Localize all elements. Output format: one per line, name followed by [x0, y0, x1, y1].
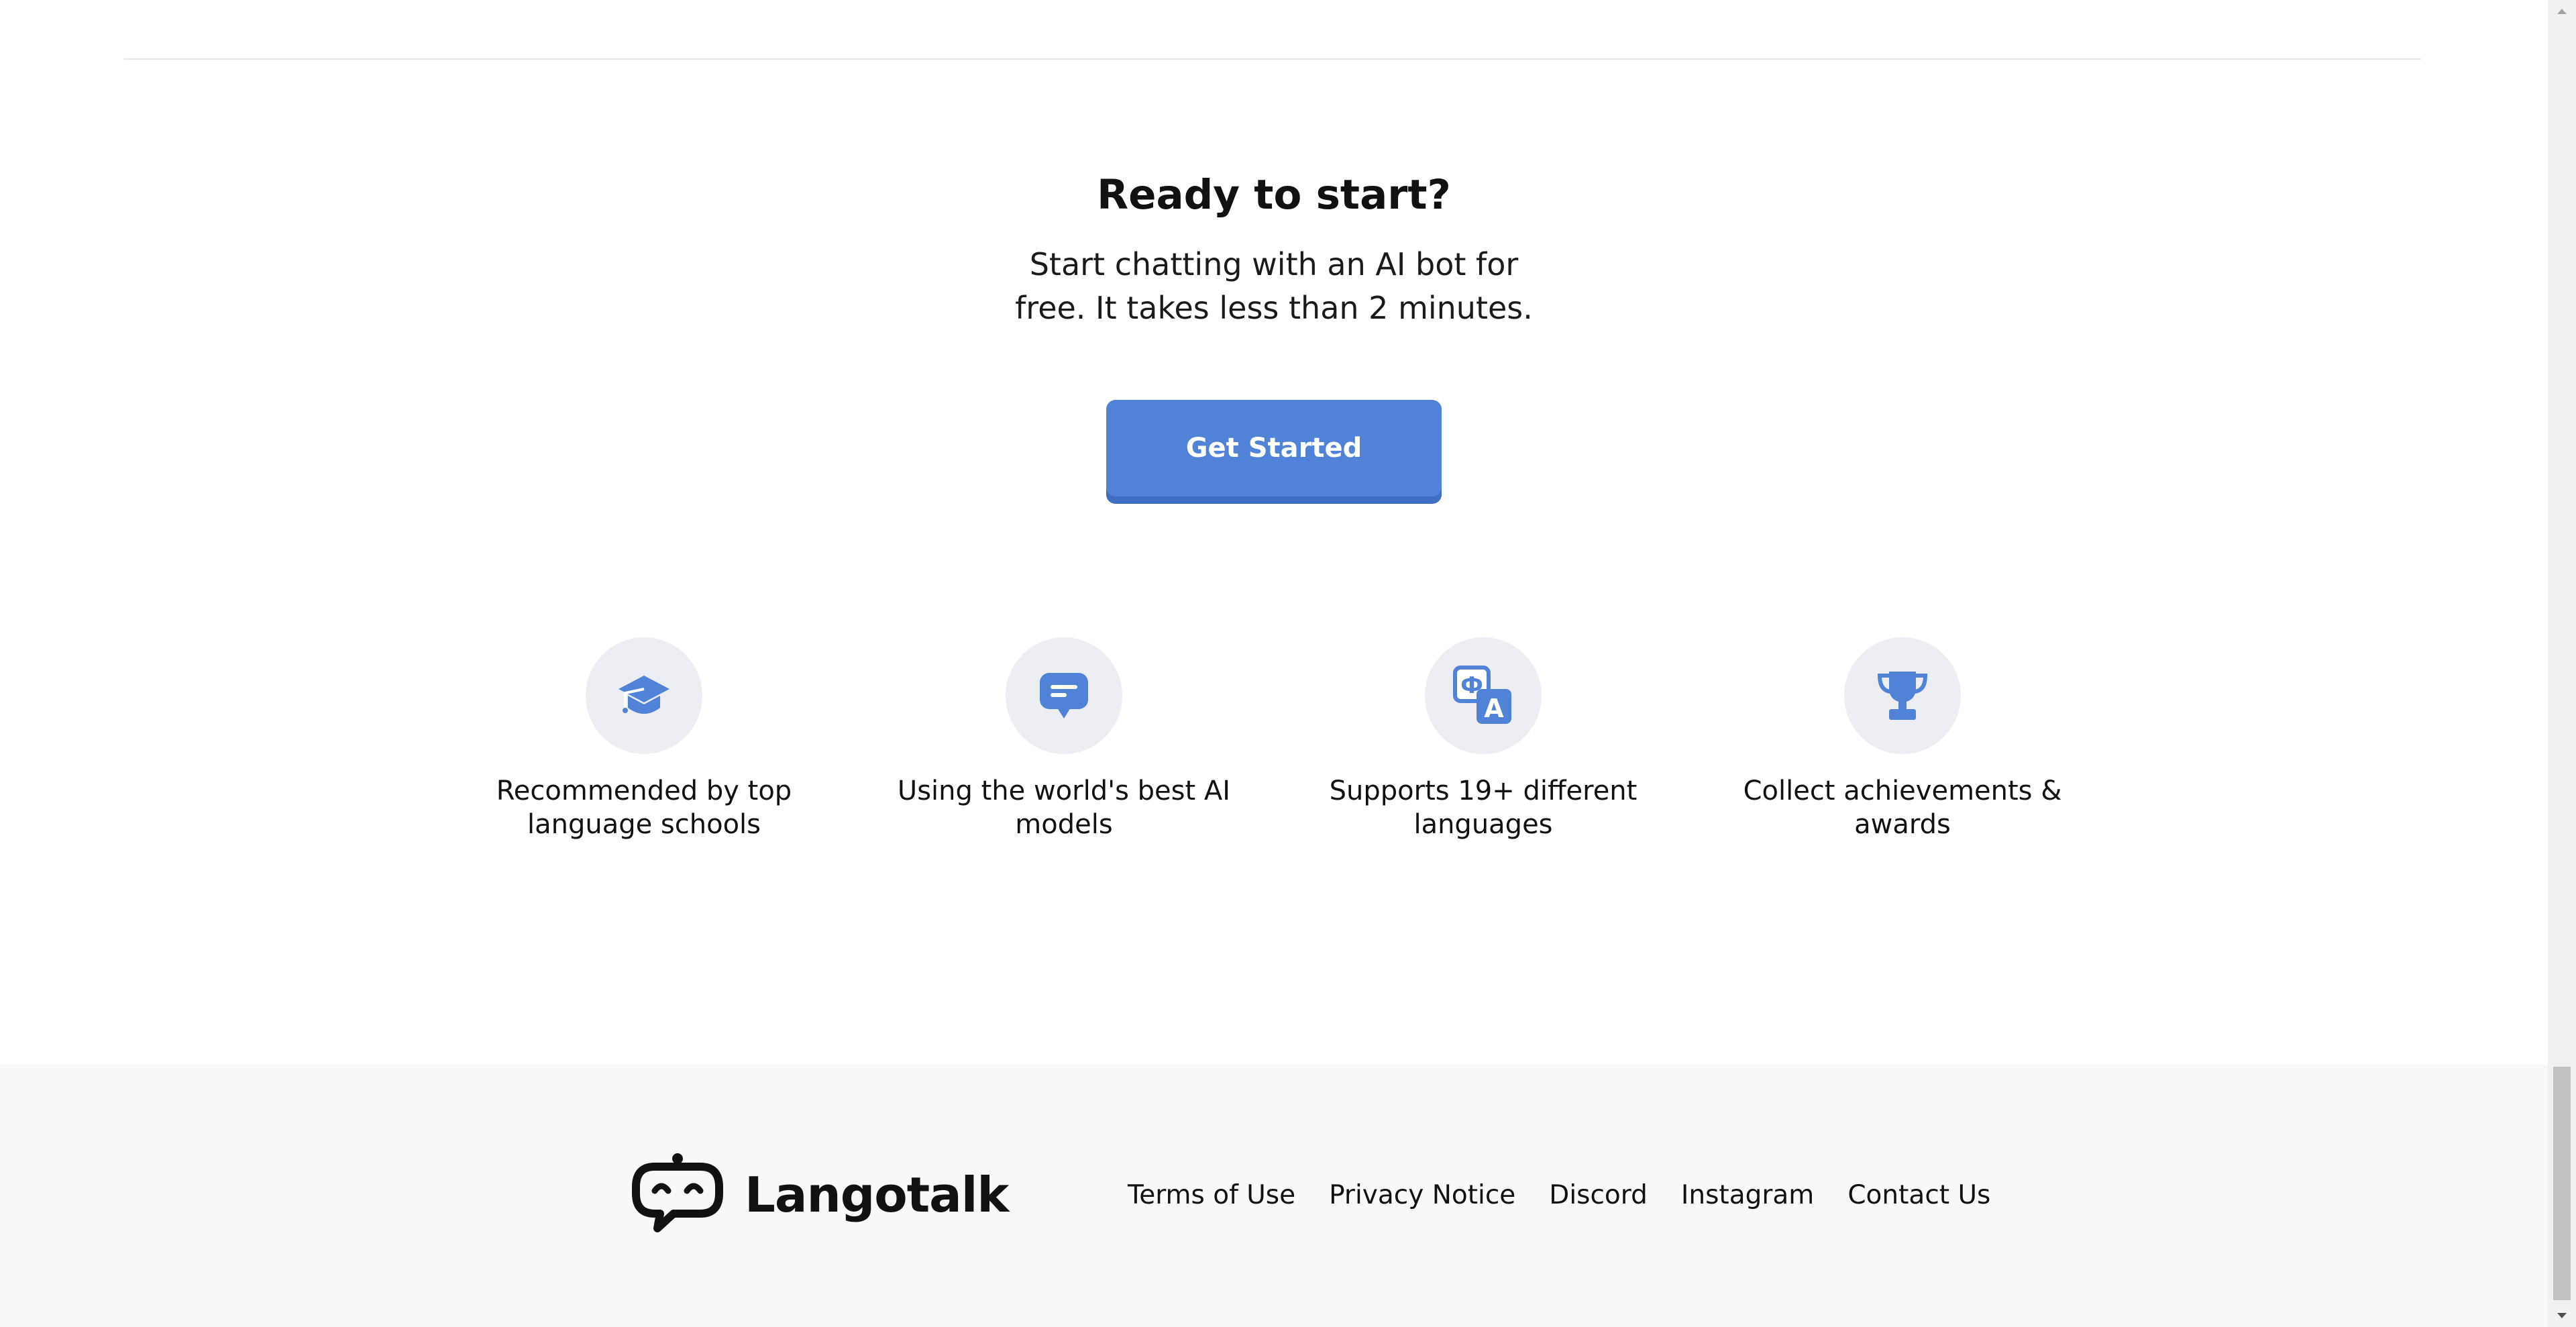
- scrollbar-thumb[interactable]: [2553, 1067, 2571, 1300]
- feature-item: Using the world's best AI models: [876, 637, 1252, 841]
- trophy-icon: [1844, 637, 1961, 754]
- feature-label: Recommended by top language schools: [496, 776, 792, 840]
- cta-subtitle: Start chatting with an AI bot for free. …: [1015, 246, 1533, 326]
- footer-link-instagram[interactable]: Instagram: [1681, 1180, 1814, 1210]
- feature-label: Collect achievements & awards: [1743, 776, 2062, 840]
- feature-item: Recommended by top language schools: [456, 637, 832, 841]
- translate-icon: Ф A: [1425, 637, 1542, 754]
- footer-nav: Terms of Use Privacy Notice Discord Inst…: [1128, 1180, 1990, 1210]
- brand-name: Langotalk: [745, 1167, 1009, 1223]
- chat-bubble-icon: [1006, 637, 1122, 754]
- brand-logo[interactable]: Langotalk: [631, 1152, 1009, 1238]
- page: Ready to start? Start chatting with an A…: [0, 0, 2548, 1327]
- footer: Langotalk Terms of Use Privacy Notice Di…: [0, 1065, 2548, 1327]
- get-started-button[interactable]: Get Started: [1106, 400, 1442, 504]
- graduation-cap-icon: [586, 637, 702, 754]
- cta-title: Ready to start?: [1097, 171, 1451, 219]
- footer-link-contact[interactable]: Contact Us: [1847, 1180, 1990, 1210]
- footer-link-terms[interactable]: Terms of Use: [1128, 1180, 1295, 1210]
- feature-label: Using the world's best AI models: [897, 776, 1231, 840]
- robot-chat-logo-icon: [632, 1153, 723, 1232]
- svg-text:A: A: [1484, 694, 1504, 723]
- footer-link-privacy[interactable]: Privacy Notice: [1329, 1180, 1515, 1210]
- scroll-up-arrow-icon[interactable]: [2548, 0, 2576, 23]
- section-divider: [124, 58, 2421, 60]
- feature-item: Collect achievements & awards: [1715, 637, 2090, 841]
- vertical-scrollbar[interactable]: [2548, 0, 2576, 1327]
- footer-link-discord[interactable]: Discord: [1549, 1180, 1648, 1210]
- scroll-down-arrow-icon[interactable]: [2548, 1304, 2576, 1327]
- feature-item: Ф A Supports 19+ different languages: [1295, 637, 1671, 841]
- feature-label: Supports 19+ different languages: [1329, 776, 1638, 840]
- features-row: Recommended by top language schools Usin…: [0, 637, 2548, 852]
